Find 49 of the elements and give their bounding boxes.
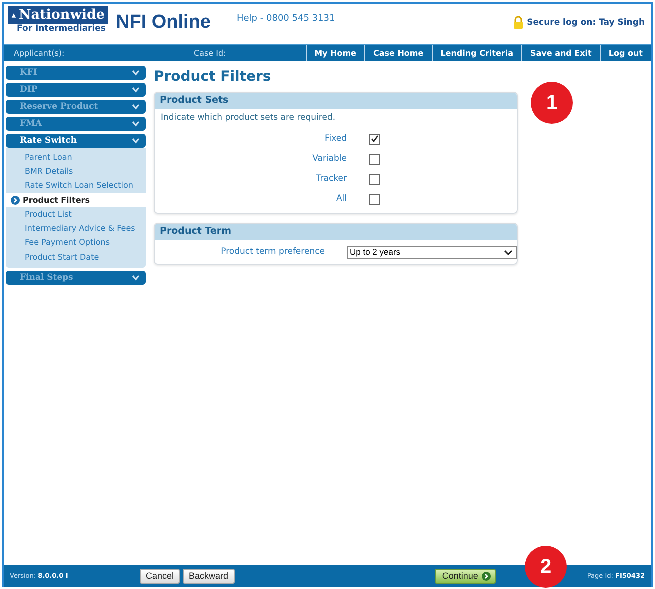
checkbox[interactable] — [369, 194, 380, 204]
nav-link[interactable]: Save and Exit — [521, 45, 600, 61]
secure-logon-text: Secure log on: Tay Singh — [527, 18, 645, 28]
option-label: All — [335, 194, 348, 204]
continue-button[interactable]: Continue — [435, 568, 496, 584]
sidebar-item[interactable]: Product Start Date — [6, 250, 146, 264]
case-id-label: Case Id: — [194, 48, 228, 60]
option-label: Fixed — [324, 134, 348, 144]
chevron-down-icon — [132, 121, 140, 127]
sidebar-item[interactable]: Rate Switch Loan Selection — [6, 178, 146, 193]
callout-badge: 1 — [531, 82, 573, 124]
chevron-down-icon — [504, 250, 513, 256]
sidebar-item[interactable]: Fee Payment Options — [6, 236, 146, 250]
instruction-text: Indicate which product sets are required. — [160, 112, 337, 125]
sidebar-item[interactable]: Intermediary Advice & Fees — [6, 221, 146, 236]
sidebar-item[interactable]: Product Filters — [6, 192, 146, 208]
chevron-down-icon — [132, 70, 140, 76]
option-label: Tracker — [315, 174, 348, 184]
nav-link[interactable]: My Home — [306, 45, 364, 61]
chevron-down-icon — [132, 275, 140, 282]
checkbox[interactable] — [369, 174, 380, 184]
option-label: Variable — [312, 154, 348, 164]
sidebar-item[interactable]: Product List — [6, 207, 146, 222]
arrow-icon — [11, 196, 20, 205]
sidebar-item[interactable]: BMR Details — [6, 164, 146, 179]
help-phone: Help - 0800 545 3131 — [237, 14, 336, 24]
chevron-down-icon — [132, 104, 140, 110]
panel-heading: Product Sets — [155, 93, 517, 109]
sidebar-item[interactable]: Parent Loan — [6, 150, 146, 164]
padlock-icon — [513, 16, 524, 29]
panel-heading: Product Term — [155, 224, 517, 240]
applicants-label: Applicant(s): — [13, 48, 66, 60]
callout-badge: 2 — [525, 546, 567, 588]
page-title: Product Filters — [154, 69, 272, 85]
checkbox[interactable] — [369, 154, 380, 164]
field-label: Product term preference — [220, 247, 326, 257]
chevron-down-icon — [132, 87, 140, 93]
product-title: NFI Online — [116, 12, 211, 34]
arrow-icon — [482, 572, 492, 580]
chevron-down-icon — [132, 138, 140, 144]
nav-link[interactable]: Case Home — [364, 45, 432, 61]
footer-button[interactable]: Cancel — [140, 568, 180, 584]
sidebar-section[interactable]: Rate Switch — [6, 134, 146, 148]
checkbox[interactable] — [369, 134, 380, 144]
footer-button[interactable]: Backward — [183, 568, 235, 584]
nav-link[interactable]: Lending Criteria — [432, 45, 522, 61]
nav-link[interactable]: Log out — [600, 45, 651, 61]
term-dropdown[interactable]: Up to 2 years — [347, 246, 517, 258]
nationwide-logo: Nationwide For Intermediaries — [8, 6, 108, 34]
